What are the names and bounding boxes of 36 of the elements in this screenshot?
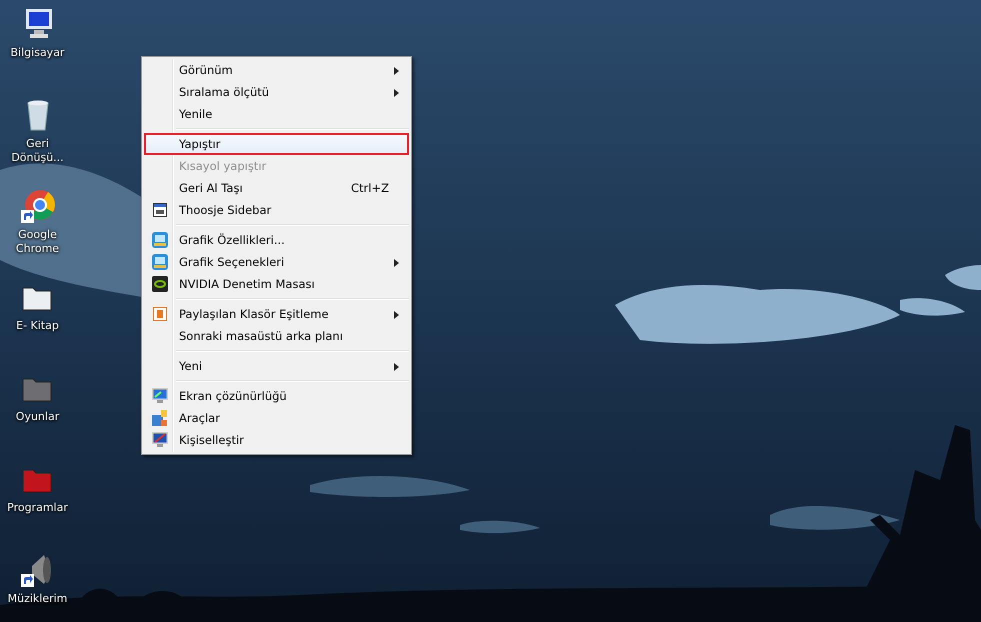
menu-item[interactable]: Sonraki masaüstü arka planı [144, 325, 409, 347]
menu-item[interactable]: Görünüm [144, 59, 409, 81]
graphics-icon [152, 254, 168, 270]
desktop-icon-label[interactable]: Programlar [0, 501, 74, 515]
submenu-arrow-icon [394, 363, 399, 371]
window-icon [153, 203, 167, 217]
menu-item[interactable]: Paylaşılan Klasör Eşitleme [144, 303, 409, 325]
desktop-icon-label[interactable]: Müziklerim [0, 592, 74, 606]
menu-item[interactable]: Kişiselleştir [144, 429, 409, 451]
sync-icon [153, 307, 167, 321]
desktop-icon-label[interactable]: E- Kitap [0, 319, 74, 333]
menu-item[interactable]: Yapıştır [144, 133, 409, 155]
desktop-icon-label[interactable]: Google Chrome [0, 228, 74, 256]
menu-item[interactable]: Ekran çözünürlüğü [144, 385, 409, 407]
menu-item[interactable]: Araçlar [144, 407, 409, 429]
graphics-icon [152, 232, 168, 248]
submenu-arrow-icon [394, 311, 399, 319]
menu-item[interactable]: Geri Al Taşı Ctrl+Z [144, 177, 409, 199]
menu-item[interactable]: Thoosje Sidebar [144, 199, 409, 221]
menu-item[interactable]: NVIDIA Denetim Masası [144, 273, 409, 295]
monitor-icon [152, 432, 168, 448]
browser-icon[interactable] [20, 188, 56, 224]
submenu-arrow-icon [394, 259, 399, 267]
desktop-icon-label[interactable]: Bilgisayar [0, 46, 74, 60]
menu-item[interactable]: Grafik Özellikleri... [144, 229, 409, 251]
eye-logo-icon [152, 276, 168, 292]
desktop-icon-label[interactable]: Oyunlar [0, 410, 74, 424]
tools-icon [152, 410, 168, 426]
desktop-icon-label[interactable]: Geri Dönüşü... [0, 137, 74, 165]
menu-item[interactable]: Grafik Seçenekleri [144, 251, 409, 273]
monitor-icon [152, 388, 168, 404]
menu-item[interactable]: Yenile [144, 103, 409, 125]
menu-item[interactable]: Yeni [144, 355, 409, 377]
menu-item[interactable]: Sıralama ölçütü [144, 81, 409, 103]
submenu-arrow-icon [394, 89, 399, 97]
submenu-arrow-icon [394, 67, 399, 75]
